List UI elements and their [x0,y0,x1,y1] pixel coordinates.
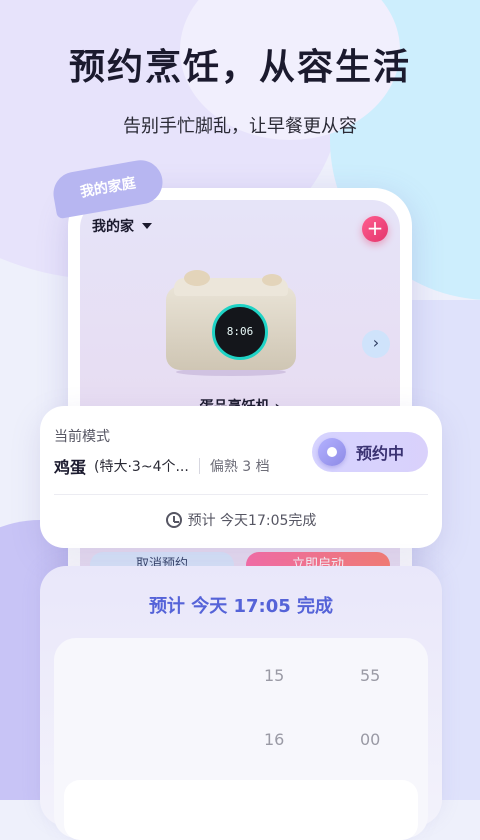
home-label: 我的家 [92,219,134,235]
device-knob [184,270,210,286]
eta-line: 预计 今天17:05完成 [40,510,442,530]
promo-headline: 预约烹饪，从容生活 [68,47,411,88]
divider [198,458,200,474]
add-device-button[interactable]: + [362,216,388,242]
minute-option[interactable]: 55 [360,666,380,685]
reservation-status-text: 预约中 [356,444,405,463]
picker-highlight [64,780,418,840]
mode-label: 当前模式 [54,429,110,445]
recipe-row: 鸡蛋 (特大·3~4个... 偏熟 3 档 [54,454,270,478]
time-picker-sheet: 预计 今天 17:05 完成 15 55 16 00 [40,566,442,840]
home-selector[interactable]: 我的家 [92,216,152,236]
reservation-status-badge[interactable]: 预约中 [312,432,428,472]
minute-option[interactable]: 00 [360,730,380,749]
sheet-title: 预计 今天 17:05 完成 [148,596,334,617]
device-knob [262,274,282,286]
recipe-detail: (特大·3~4个... [94,459,189,475]
time-picker[interactable]: 15 55 16 00 [54,638,428,840]
next-device-button[interactable]: › [362,330,390,358]
egg-cooker-illustration: 8:06 [166,270,296,376]
alarm-clock-icon [165,512,182,528]
hour-option[interactable]: 15 [264,666,284,685]
promo-subheadline: 告别手忙脚乱，让早餐更从容 [123,116,357,137]
eta-text: 预计 今天17:05完成 [187,513,317,529]
current-mode-card: 当前模式 鸡蛋 (特大·3~4个... 偏熟 3 档 预约中 预计 今天17:0… [40,406,442,548]
caret-down-icon [142,223,152,229]
stopwatch-icon [318,438,346,466]
divider [54,494,428,495]
hour-option[interactable]: 16 [264,730,284,749]
doneness-level: 偏熟 3 档 [209,459,270,475]
recipe-name: 鸡蛋 [54,458,87,477]
device-display: 8:06 [212,304,268,360]
